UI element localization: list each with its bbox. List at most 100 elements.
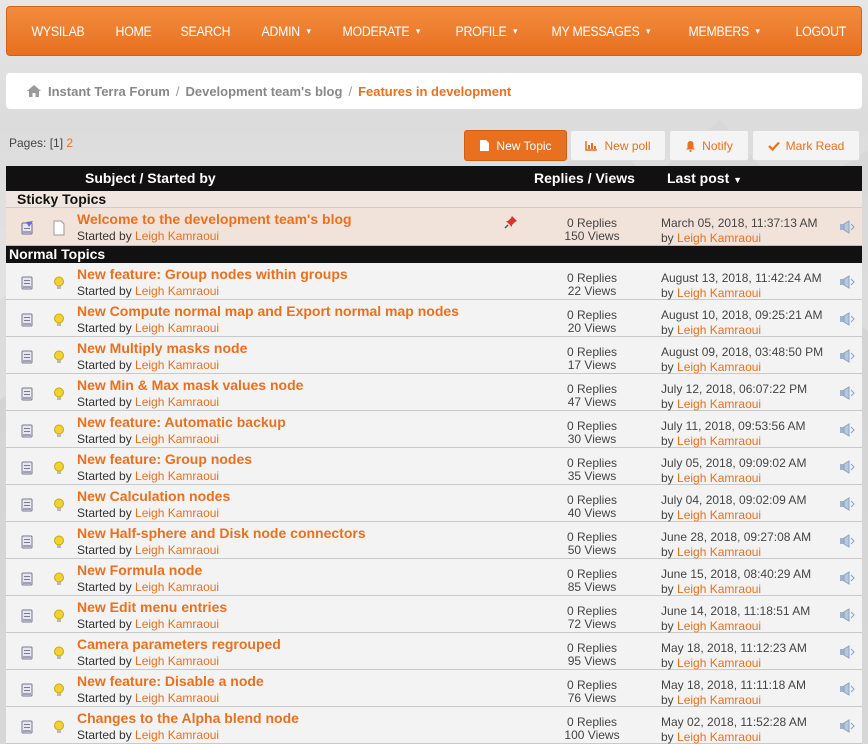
views-count: 150 Views	[564, 229, 620, 243]
topic-author-link[interactable]: Leigh Kamraoui	[135, 617, 219, 631]
topic-author-link[interactable]: Leigh Kamraoui	[135, 432, 219, 446]
go-to-last-post-icon[interactable]	[839, 220, 855, 234]
topic-subject-link[interactable]: New feature: Group nodes within groups	[77, 266, 348, 282]
topic-icon	[19, 645, 35, 661]
started-by-label: Started by	[77, 617, 132, 631]
page-link-2[interactable]: 2	[66, 136, 73, 150]
last-post-user-link[interactable]: Leigh Kamraoui	[677, 231, 761, 245]
last-post-user-link[interactable]: Leigh Kamraoui	[677, 730, 761, 744]
last-post-date: July 11, 2018, 09:53:56 AM	[661, 419, 806, 433]
topic-subject-link[interactable]: New Calculation nodes	[77, 488, 230, 504]
topic-author-link[interactable]: Leigh Kamraoui	[135, 691, 219, 705]
nav-item-profile[interactable]: PROFILE ▼	[445, 6, 529, 56]
topic-subject-link[interactable]: New Edit menu entries	[77, 599, 227, 615]
mark-read-button[interactable]: Mark Read	[752, 130, 860, 161]
go-to-last-post-icon[interactable]	[839, 719, 855, 733]
topic-starter: Started by Leigh Kamraoui	[77, 229, 219, 243]
by-label: by	[661, 508, 674, 522]
topic-author-link[interactable]: Leigh Kamraoui	[135, 728, 219, 742]
last-post-user-link[interactable]: Leigh Kamraoui	[677, 582, 761, 596]
nav-item-wysilab[interactable]: WYSILAB	[21, 6, 95, 56]
last-post: May 18, 2018, 11:11:18 AM by Leigh Kamrao…	[661, 678, 806, 708]
topic-subject-link[interactable]: Changes to the Alpha blend node	[77, 710, 299, 726]
nav-item-moderate[interactable]: MODERATE ▼	[332, 6, 432, 56]
topic-author-link[interactable]: Leigh Kamraoui	[135, 284, 219, 298]
nav-item-home[interactable]: HOME	[105, 6, 162, 56]
breadcrumb-current[interactable]: Features in development	[358, 84, 511, 99]
topic-author-link[interactable]: Leigh Kamraoui	[135, 229, 219, 243]
topic-author-link[interactable]: Leigh Kamraoui	[135, 469, 219, 483]
go-to-last-post-icon[interactable]	[839, 645, 855, 659]
replies-count: 0 Replies	[566, 308, 618, 322]
topic-subject-link[interactable]: New Formula node	[77, 562, 202, 578]
last-post-user-link[interactable]: Leigh Kamraoui	[677, 545, 761, 559]
topic-author-link[interactable]: Leigh Kamraoui	[135, 395, 219, 409]
go-to-last-post-icon[interactable]	[839, 460, 855, 474]
notify-button[interactable]: Notify	[669, 130, 749, 161]
last-post-user-link[interactable]: Leigh Kamraoui	[677, 508, 761, 522]
nav-item-logout[interactable]: LOGOUT	[785, 6, 857, 56]
go-to-last-post-icon[interactable]	[839, 349, 855, 363]
go-to-last-post-icon[interactable]	[839, 497, 855, 511]
go-to-last-post-icon[interactable]	[839, 386, 855, 400]
topic-author-link[interactable]: Leigh Kamraoui	[135, 580, 219, 594]
last-post: June 15, 2018, 08:40:29 AM by Leigh Kamra…	[661, 567, 811, 597]
last-post: March 05, 2018, 11:37:13 AM by Leigh Kamr…	[661, 216, 818, 246]
go-to-last-post-icon[interactable]	[839, 423, 855, 437]
views-count: 100 Views	[564, 728, 620, 742]
replies-count: 0 Replies	[566, 715, 618, 729]
nav-item-label: MEMBERS	[688, 23, 750, 39]
nav-item-admin[interactable]: ADMIN ▼	[251, 6, 323, 56]
topic-author-link[interactable]: Leigh Kamraoui	[135, 506, 219, 520]
last-post-date: June 28, 2018, 09:27:08 AM	[661, 530, 812, 544]
topic-subject-link[interactable]: New Half-sphere and Disk node connectors	[77, 525, 366, 541]
last-post-user-link[interactable]: Leigh Kamraoui	[677, 286, 761, 300]
topic-subject-link[interactable]: New feature: Disable a node	[77, 673, 264, 689]
nav-item-search[interactable]: SEARCH	[170, 6, 241, 56]
topic-author-link[interactable]: Leigh Kamraoui	[135, 321, 219, 335]
topic-icon	[19, 460, 35, 476]
last-post-user-link[interactable]: Leigh Kamraoui	[677, 323, 761, 337]
checkmark-icon	[767, 141, 780, 151]
col-subject-header[interactable]: Subject / Started by	[85, 170, 216, 186]
caret-down-icon: ▼	[754, 26, 762, 36]
last-post-user-link[interactable]: Leigh Kamraoui	[677, 693, 761, 707]
topic-author-link[interactable]: Leigh Kamraoui	[135, 543, 219, 557]
topic-subject-link[interactable]: Welcome to the development team's blog	[77, 211, 352, 227]
topic-author-link[interactable]: Leigh Kamraoui	[135, 654, 219, 668]
topic-row: New feature: Group nodes Started by Leigh…	[6, 448, 862, 485]
last-post-user-link[interactable]: Leigh Kamraoui	[677, 471, 761, 485]
col-lastpost-header[interactable]: Last post ▼	[667, 170, 742, 186]
views-count: 30 Views	[567, 432, 617, 446]
nav-item-my-messages[interactable]: MY MESSAGES ▼	[541, 6, 662, 56]
col-replies-header[interactable]: Replies / Views	[534, 170, 635, 186]
nav-item-members[interactable]: MEMBERS ▼	[678, 6, 772, 56]
go-to-last-post-icon[interactable]	[839, 682, 855, 696]
last-post-date: August 09, 2018, 03:48:50 PM	[661, 345, 824, 359]
home-icon[interactable]	[26, 84, 42, 98]
go-to-last-post-icon[interactable]	[839, 275, 855, 289]
topic-subject-link[interactable]: New Min & Max mask values node	[77, 377, 303, 393]
topic-subject-link[interactable]: New feature: Group nodes	[77, 451, 252, 467]
new-topic-button[interactable]: New Topic	[464, 130, 567, 161]
topic-subject-link[interactable]: New Compute normal map and Export normal…	[77, 303, 459, 319]
topic-subject-link[interactable]: Camera parameters regrouped	[77, 636, 281, 652]
go-to-last-post-icon[interactable]	[839, 312, 855, 326]
new-poll-button[interactable]: New poll	[570, 130, 666, 161]
last-post-user-link[interactable]: Leigh Kamraoui	[677, 360, 761, 374]
topic-author-link[interactable]: Leigh Kamraoui	[135, 358, 219, 372]
last-post-date: August 10, 2018, 09:25:21 AM	[661, 308, 823, 322]
breadcrumb-forum[interactable]: Instant Terra Forum	[48, 84, 170, 99]
go-to-last-post-icon[interactable]	[839, 608, 855, 622]
go-to-last-post-icon[interactable]	[839, 534, 855, 548]
by-label: by	[661, 693, 674, 707]
go-to-last-post-icon[interactable]	[839, 571, 855, 585]
breadcrumb-separator: /	[175, 83, 180, 99]
last-post-user-link[interactable]: Leigh Kamraoui	[677, 434, 761, 448]
topic-subject-link[interactable]: New feature: Automatic backup	[77, 414, 286, 430]
last-post-user-link[interactable]: Leigh Kamraoui	[677, 397, 761, 411]
breadcrumb-board[interactable]: Development team's blog	[185, 84, 342, 99]
last-post-user-link[interactable]: Leigh Kamraoui	[677, 619, 761, 633]
last-post-user-link[interactable]: Leigh Kamraoui	[677, 656, 761, 670]
topic-subject-link[interactable]: New Multiply masks node	[77, 340, 247, 356]
